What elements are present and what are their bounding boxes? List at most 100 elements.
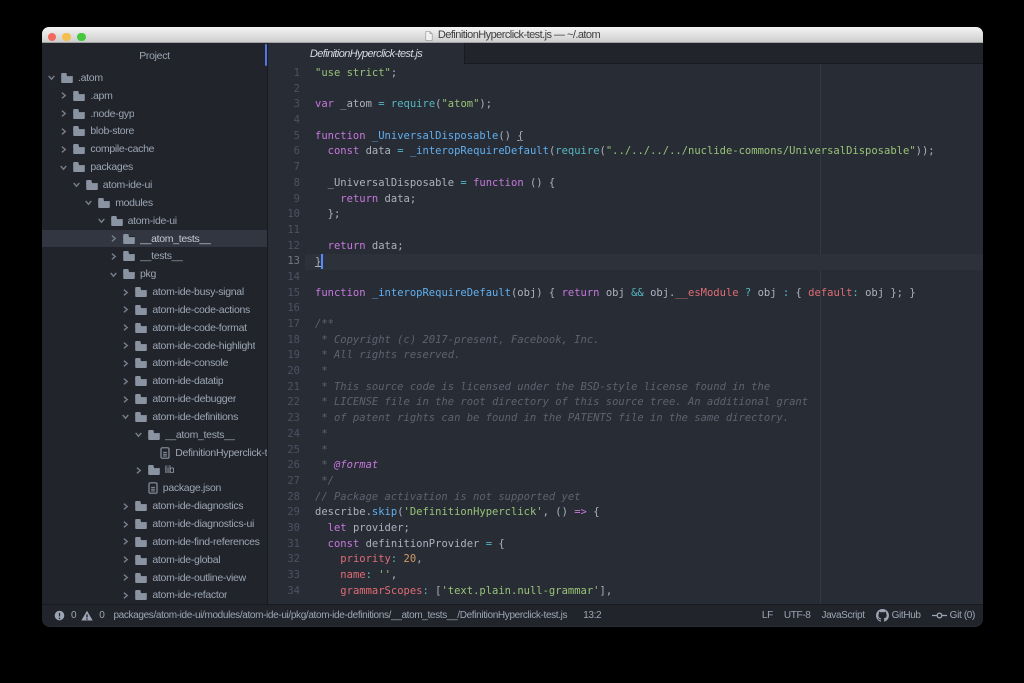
line-ending-indicator[interactable]: LF (762, 610, 773, 621)
tree-folder-atom-ide-refactor[interactable]: atom-ide-refactor (42, 586, 267, 604)
tree-folder-compile-cache[interactable]: compile-cache (42, 140, 267, 158)
warning-count[interactable]: 0 (99, 610, 104, 621)
code-line-21[interactable]: 21 * This source code is licensed under … (268, 380, 983, 396)
tree-folder-pkg[interactable]: pkg (42, 265, 267, 283)
code-line-5[interactable]: 5function _UniversalDisposable() { (268, 129, 983, 145)
tree-folder-atom-ide-ui[interactable]: atom-ide-ui (42, 212, 267, 230)
tab-definitionhyperclick-test[interactable]: DefinitionHyperclick-test.js (268, 43, 465, 64)
code-line-12[interactable]: 12 return data; (268, 239, 983, 255)
code-line-20[interactable]: 20 * (268, 364, 983, 380)
code-line-15[interactable]: 15function _interopRequireDefault(obj) {… (268, 286, 983, 302)
line-number: 24 (268, 427, 300, 443)
folder-icon (148, 430, 160, 440)
chevron-right-icon (122, 289, 135, 296)
tree-folder-blob-store[interactable]: blob-store (42, 123, 267, 141)
code-line-6[interactable]: 6 const data = _interopRequireDefault(re… (268, 144, 983, 160)
file-path[interactable]: packages/atom-ide-ui/modules/atom-ide-ui… (113, 610, 567, 621)
tree-folder-atom-ide-outline-view[interactable]: atom-ide-outline-view (42, 569, 267, 587)
tree-folder-packages[interactable]: packages (42, 158, 267, 176)
tree-folder-__tests__[interactable]: __tests__ (42, 247, 267, 265)
window-titlebar[interactable]: DefinitionHyperclick-test.js — ~/.atom (42, 27, 983, 43)
code-line-27[interactable]: 27 */ (268, 474, 983, 490)
tree-folder-atom-ide-diagnostics[interactable]: atom-ide-diagnostics (42, 497, 267, 515)
code-line-1[interactable]: 1"use strict"; (268, 66, 983, 82)
warning-icon[interactable] (81, 610, 93, 621)
tree-file-DefinitionHyperclick-test.js[interactable]: DefinitionHyperclick-test.js (42, 444, 267, 462)
encoding-indicator[interactable]: UTF-8 (784, 610, 811, 621)
error-icon[interactable] (54, 610, 65, 621)
chevron-down-icon (48, 74, 61, 81)
tree-folder-atom-ide-code-format[interactable]: atom-ide-code-format (42, 319, 267, 337)
code-line-28[interactable]: 28// Package activation is not supported… (268, 490, 983, 506)
code-text: // Package activation is not supported y… (305, 490, 983, 506)
git-indicator[interactable]: Git (0) (932, 610, 975, 621)
folder-icon (73, 126, 85, 136)
code-line-18[interactable]: 18 * Copyright (c) 2017-present, Faceboo… (268, 333, 983, 349)
code-line-11[interactable]: 11 (268, 223, 983, 239)
chevron-right-icon (135, 467, 148, 474)
tree-folder-modules[interactable]: modules (42, 194, 267, 212)
code-line-19[interactable]: 19 * All rights reserved. (268, 348, 983, 364)
cursor-position[interactable]: 13:2 (583, 610, 601, 621)
line-number: 17 (268, 317, 300, 333)
tree-folder-lib[interactable]: lib (42, 462, 267, 480)
tree-folder-atom-ide-global[interactable]: atom-ide-global (42, 551, 267, 569)
code-line-26[interactable]: 26 * @format (268, 458, 983, 474)
folder-icon (86, 180, 98, 190)
code-line-23[interactable]: 23 * of patent rights can be found in th… (268, 411, 983, 427)
code-line-22[interactable]: 22 * LICENSE file in the root directory … (268, 395, 983, 411)
line-number: 27 (268, 474, 300, 490)
chevron-right-icon (60, 92, 73, 99)
tree-folder-atom-ide-datatip[interactable]: atom-ide-datatip (42, 372, 267, 390)
code-line-10[interactable]: 10 }; (268, 207, 983, 223)
code-line-13[interactable]: 13} (268, 254, 983, 270)
code-line-3[interactable]: 3var _atom = require("atom"); (268, 97, 983, 113)
grammar-indicator[interactable]: JavaScript (821, 610, 864, 621)
code-line-32[interactable]: 32 priority: 20, (268, 552, 983, 568)
code-line-17[interactable]: 17/** (268, 317, 983, 333)
code-line-25[interactable]: 25 * (268, 443, 983, 459)
code-line-33[interactable]: 33 name: '', (268, 568, 983, 584)
tree-folder-__atom_tests__[interactable]: __atom_tests__ (42, 230, 267, 248)
chevron-right-icon (110, 253, 123, 260)
tree-folder-atom-ide-code-actions[interactable]: atom-ide-code-actions (42, 301, 267, 319)
code-text: function _UniversalDisposable() { (305, 129, 983, 145)
code-line-2[interactable]: 2 (268, 82, 983, 98)
tree-folder-__atom_tests__[interactable]: __atom_tests__ (42, 426, 267, 444)
code-line-34[interactable]: 34 grammarScopes: ['text.plain.null-gram… (268, 584, 983, 600)
code-line-24[interactable]: 24 * (268, 427, 983, 443)
code-line-4[interactable]: 4 (268, 113, 983, 129)
tree-item-label: atom-ide-outline-view (152, 572, 246, 584)
code-line-8[interactable]: 8 _UniversalDisposable = function () { (268, 176, 983, 192)
tab-bar: DefinitionHyperclick-test.js (268, 43, 983, 64)
github-indicator[interactable]: GitHub (876, 609, 921, 622)
code-line-31[interactable]: 31 const definitionProvider = { (268, 537, 983, 553)
code-line-30[interactable]: 30 let provider; (268, 521, 983, 537)
code-text (305, 82, 983, 98)
code-line-16[interactable]: 16 (268, 301, 983, 317)
code-line-29[interactable]: 29describe.skip('DefinitionHyperclick', … (268, 505, 983, 521)
tree-view-scrollbar[interactable] (265, 44, 267, 66)
code-line-14[interactable]: 14 (268, 270, 983, 286)
file-icon (148, 482, 158, 494)
code-line-7[interactable]: 7 (268, 160, 983, 176)
tree-item-label: .apm (90, 90, 112, 102)
tree-folder-.node-gyp[interactable]: .node-gyp (42, 105, 267, 123)
tree-folder-atom-ide-code-highlight[interactable]: atom-ide-code-highlight (42, 337, 267, 355)
line-number: 29 (268, 505, 300, 521)
folder-icon (73, 109, 85, 119)
tree-folder-.atom[interactable]: .atom (42, 69, 267, 87)
tree-folder-atom-ide-ui[interactable]: atom-ide-ui (42, 176, 267, 194)
tree-folder-atom-ide-console[interactable]: atom-ide-console (42, 355, 267, 373)
text-editor[interactable]: 1"use strict";23var _atom = require("ato… (268, 64, 983, 604)
tree-folder-atom-ide-debugger[interactable]: atom-ide-debugger (42, 390, 267, 408)
error-count[interactable]: 0 (71, 610, 76, 621)
tree-folder-atom-ide-find-references[interactable]: atom-ide-find-references (42, 533, 267, 551)
tree-folder-atom-ide-busy-signal[interactable]: atom-ide-busy-signal (42, 283, 267, 301)
tree-file-package.json[interactable]: package.json (42, 479, 267, 497)
tree-folder-atom-ide-diagnostics-ui[interactable]: atom-ide-diagnostics-ui (42, 515, 267, 533)
folder-icon (135, 412, 147, 422)
tree-folder-atom-ide-definitions[interactable]: atom-ide-definitions (42, 408, 267, 426)
tree-folder-.apm[interactable]: .apm (42, 87, 267, 105)
code-line-9[interactable]: 9 return data; (268, 192, 983, 208)
